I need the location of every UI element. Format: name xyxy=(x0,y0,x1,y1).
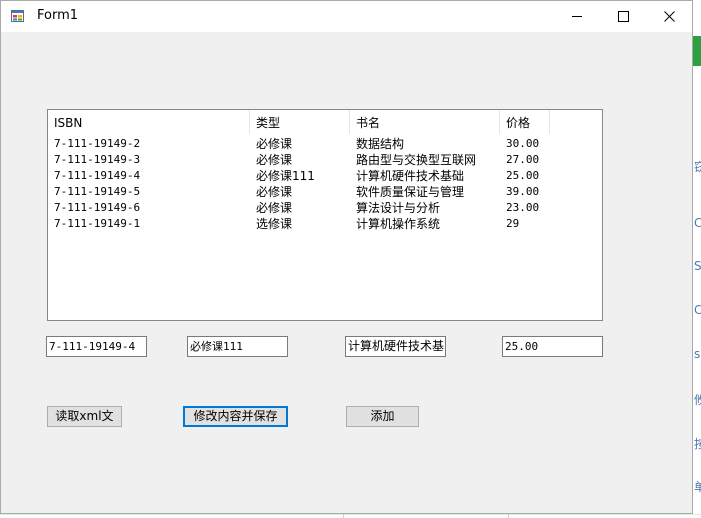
cell-isbn: 7-111-19149-4 xyxy=(54,169,141,182)
price-textbox[interactable]: 25.00 xyxy=(502,336,603,357)
read-xml-button[interactable]: 读取xml文 xyxy=(47,406,122,427)
background-glyph: 单 xyxy=(694,480,701,494)
cell-name: 软件质量保证与管理 xyxy=(356,185,465,199)
cell-isbn: 7-111-19149-2 xyxy=(54,137,141,150)
background-glyph: 按 xyxy=(694,437,701,451)
cell-type: 选修课 xyxy=(256,217,293,231)
cell-name: 计算机硬件技术基础 xyxy=(356,169,465,183)
column-header-isbn[interactable]: ISBN xyxy=(48,110,250,134)
cell-price: 29 xyxy=(506,217,520,230)
background-glyph: S xyxy=(694,259,701,273)
modify-save-button[interactable]: 修改内容并保存 xyxy=(183,406,288,427)
cell-type: 必修课111 xyxy=(256,169,315,183)
column-header-name[interactable]: 书名 xyxy=(350,110,500,134)
maximize-button[interactable] xyxy=(600,1,646,32)
cell-name: 计算机操作系统 xyxy=(356,217,441,231)
background-glyph: C xyxy=(694,303,701,317)
cell-price: 25.00 xyxy=(506,169,540,182)
cell-name: 路由型与交换型互联网 xyxy=(356,153,477,167)
minimize-button[interactable] xyxy=(554,1,600,32)
book-list-view[interactable]: ISBN 类型 书名 价格 7-111-19149-2 必修课 数据结构 30.… xyxy=(47,109,603,321)
column-header-price[interactable]: 价格 xyxy=(500,110,550,134)
background-glyph: C xyxy=(694,216,701,230)
background-green-bar xyxy=(693,36,701,66)
minimize-icon xyxy=(571,16,582,17)
background-glyph: s xyxy=(694,347,701,361)
close-button[interactable] xyxy=(646,1,692,32)
cell-type: 必修课 xyxy=(256,201,293,215)
window-title: Form1 xyxy=(37,8,79,23)
cell-price: 23.00 xyxy=(506,201,540,214)
list-header: ISBN 类型 书名 价格 xyxy=(48,110,602,134)
cell-name: 数据结构 xyxy=(356,137,405,151)
table-row[interactable]: 7-111-19149-5 必修课 软件质量保证与管理 39.00 xyxy=(48,184,602,200)
cell-type: 必修课 xyxy=(256,153,293,167)
close-icon xyxy=(663,11,675,22)
screen: 窃 C S C s 攸 按 单 Form1 ISBN 类型 书名 价格 7-11… xyxy=(0,0,701,518)
isbn-textbox[interactable]: 7-111-19149-4 xyxy=(46,336,147,357)
cell-name: 算法设计与分析 xyxy=(356,201,441,215)
table-row[interactable]: 7-111-19149-6 必修课 算法设计与分析 23.00 xyxy=(48,200,602,216)
maximize-icon xyxy=(617,11,629,22)
background-glyph: 攸 xyxy=(694,393,701,407)
background-glyph: 窃 xyxy=(694,160,701,174)
table-row[interactable]: 7-111-19149-1 选修课 计算机操作系统 29 xyxy=(48,216,602,232)
table-row[interactable]: 7-111-19149-3 必修课 路由型与交换型互联网 27.00 xyxy=(48,152,602,168)
cell-price: 30.00 xyxy=(506,137,540,150)
cell-isbn: 7-111-19149-5 xyxy=(54,185,141,198)
cell-isbn: 7-111-19149-3 xyxy=(54,153,141,166)
cell-isbn: 7-111-19149-6 xyxy=(54,201,141,214)
cell-price: 27.00 xyxy=(506,153,540,166)
cell-price: 39.00 xyxy=(506,185,540,198)
column-header-type[interactable]: 类型 xyxy=(250,110,350,134)
cell-type: 必修课 xyxy=(256,137,293,151)
form-window: Form1 ISBN 类型 书名 价格 7-111-19149-2 必修课 数据… xyxy=(0,0,693,514)
cell-isbn: 7-111-19149-1 xyxy=(54,217,141,230)
cell-type: 必修课 xyxy=(256,185,293,199)
title-bar[interactable]: Form1 xyxy=(1,1,692,32)
book-name-textbox[interactable]: 计算机硬件技术基 xyxy=(345,336,446,357)
type-textbox[interactable]: 必修课111 xyxy=(187,336,288,357)
background-divider xyxy=(0,514,701,515)
table-row[interactable]: 7-111-19149-2 必修课 数据结构 30.00 xyxy=(48,136,602,152)
add-button[interactable]: 添加 xyxy=(346,406,419,427)
app-form-icon xyxy=(11,10,24,22)
table-row[interactable]: 7-111-19149-4 必修课111 计算机硬件技术基础 25.00 xyxy=(48,168,602,184)
